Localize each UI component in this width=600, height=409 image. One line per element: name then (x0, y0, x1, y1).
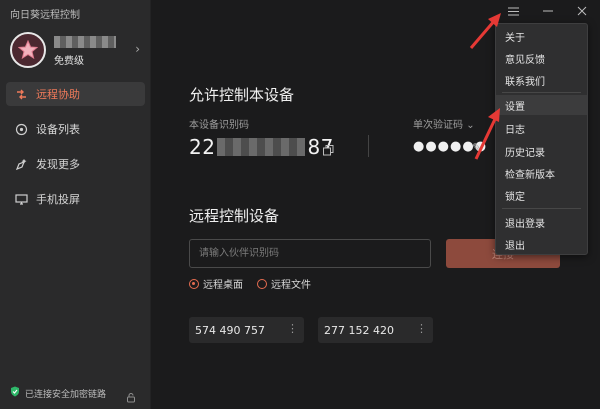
remote-control-title: 远程控制设备 (189, 207, 280, 225)
device-id-value: 22 87 (189, 135, 334, 159)
star-avatar-icon (18, 40, 38, 60)
profile-card[interactable]: 免费级 › (10, 30, 142, 70)
more-vertical-icon[interactable]: ⋮ (416, 323, 427, 335)
username-redacted (54, 36, 116, 48)
security-status-text: 已连接安全加密链路 (25, 389, 107, 400)
device-id-redacted (217, 138, 306, 156)
radio-unselected-icon (257, 278, 267, 289)
radio-selected-icon (189, 278, 199, 289)
allow-control-title: 允许控制本设备 (189, 86, 295, 104)
sidebar-item-device-list[interactable]: 设备列表 (6, 117, 145, 141)
radio-remote-file[interactable]: 远程文件 (257, 276, 311, 291)
copy-icon[interactable] (323, 141, 334, 160)
close-icon[interactable] (571, 2, 593, 20)
divider (368, 135, 369, 157)
menu-item-check-update[interactable]: 检查新版本 (496, 163, 587, 183)
plan-label: 免费级 (54, 56, 84, 67)
recent-device[interactable]: 277 152 420 ⋮ (318, 317, 433, 343)
menu-item-about[interactable]: 关于 (496, 26, 587, 46)
recent-device[interactable]: 574 490 757 ⋮ (189, 317, 304, 343)
menu-item-exit[interactable]: 退出 (496, 234, 587, 254)
security-status: 已连接安全加密链路 (10, 386, 140, 400)
menu-item-settings[interactable]: 设置 (496, 95, 587, 115)
more-vertical-icon[interactable]: ⋮ (287, 323, 298, 335)
menu-item-log[interactable]: 日志 (496, 118, 587, 138)
menu-separator (502, 92, 581, 93)
sidebar-item-label: 远程协助 (36, 88, 80, 101)
sidebar-item-label: 设备列表 (36, 123, 80, 136)
partner-id-input[interactable] (189, 239, 431, 268)
main-menu-dropdown: 关于 意见反馈 联系我们 设置 日志 历史记录 检查新版本 锁定 退出登录 退出 (495, 23, 588, 255)
minimize-icon[interactable] (537, 2, 559, 20)
menu-item-logout[interactable]: 退出登录 (496, 212, 587, 232)
app-title: 向日葵远程控制 (10, 10, 80, 21)
screen-cast-icon (14, 192, 28, 206)
menu-item-feedback[interactable]: 意见反馈 (496, 48, 587, 68)
menu-item-lock[interactable]: 锁定 (496, 185, 587, 205)
verification-code-label[interactable]: 单次验证码 ⌄ (413, 116, 475, 131)
menu-item-history[interactable]: 历史记录 (496, 141, 587, 161)
menu-separator (502, 208, 581, 209)
menu-icon[interactable] (502, 2, 524, 20)
remote-assist-icon (14, 87, 28, 101)
shield-check-icon (10, 386, 20, 400)
sidebar-item-remote-assist[interactable]: 远程协助 (6, 82, 145, 106)
sidebar-item-label: 手机投屏 (36, 193, 80, 206)
discover-icon (14, 157, 28, 171)
sidebar-item-discover[interactable]: 发现更多 (6, 152, 145, 176)
sidebar: 向日葵远程控制 免费级 › 远程协助 设备列表 发现更多 手机投屏 已连接安全加… (0, 0, 151, 409)
avatar[interactable] (10, 32, 46, 68)
device-list-icon (14, 122, 28, 136)
sidebar-nav: 远程协助 设备列表 发现更多 手机投屏 (6, 82, 145, 222)
menu-item-contact[interactable]: 联系我们 (496, 70, 587, 90)
annotation-arrow-menu (469, 13, 501, 49)
annotation-arrow-settings (474, 108, 500, 160)
chevron-right-icon[interactable]: › (135, 42, 140, 56)
sidebar-item-label: 发现更多 (36, 158, 80, 171)
device-id-label: 本设备识别码 (189, 120, 249, 131)
lock-icon[interactable] (126, 388, 136, 407)
sidebar-item-screen-cast[interactable]: 手机投屏 (6, 187, 145, 211)
radio-remote-desktop[interactable]: 远程桌面 (189, 276, 243, 291)
